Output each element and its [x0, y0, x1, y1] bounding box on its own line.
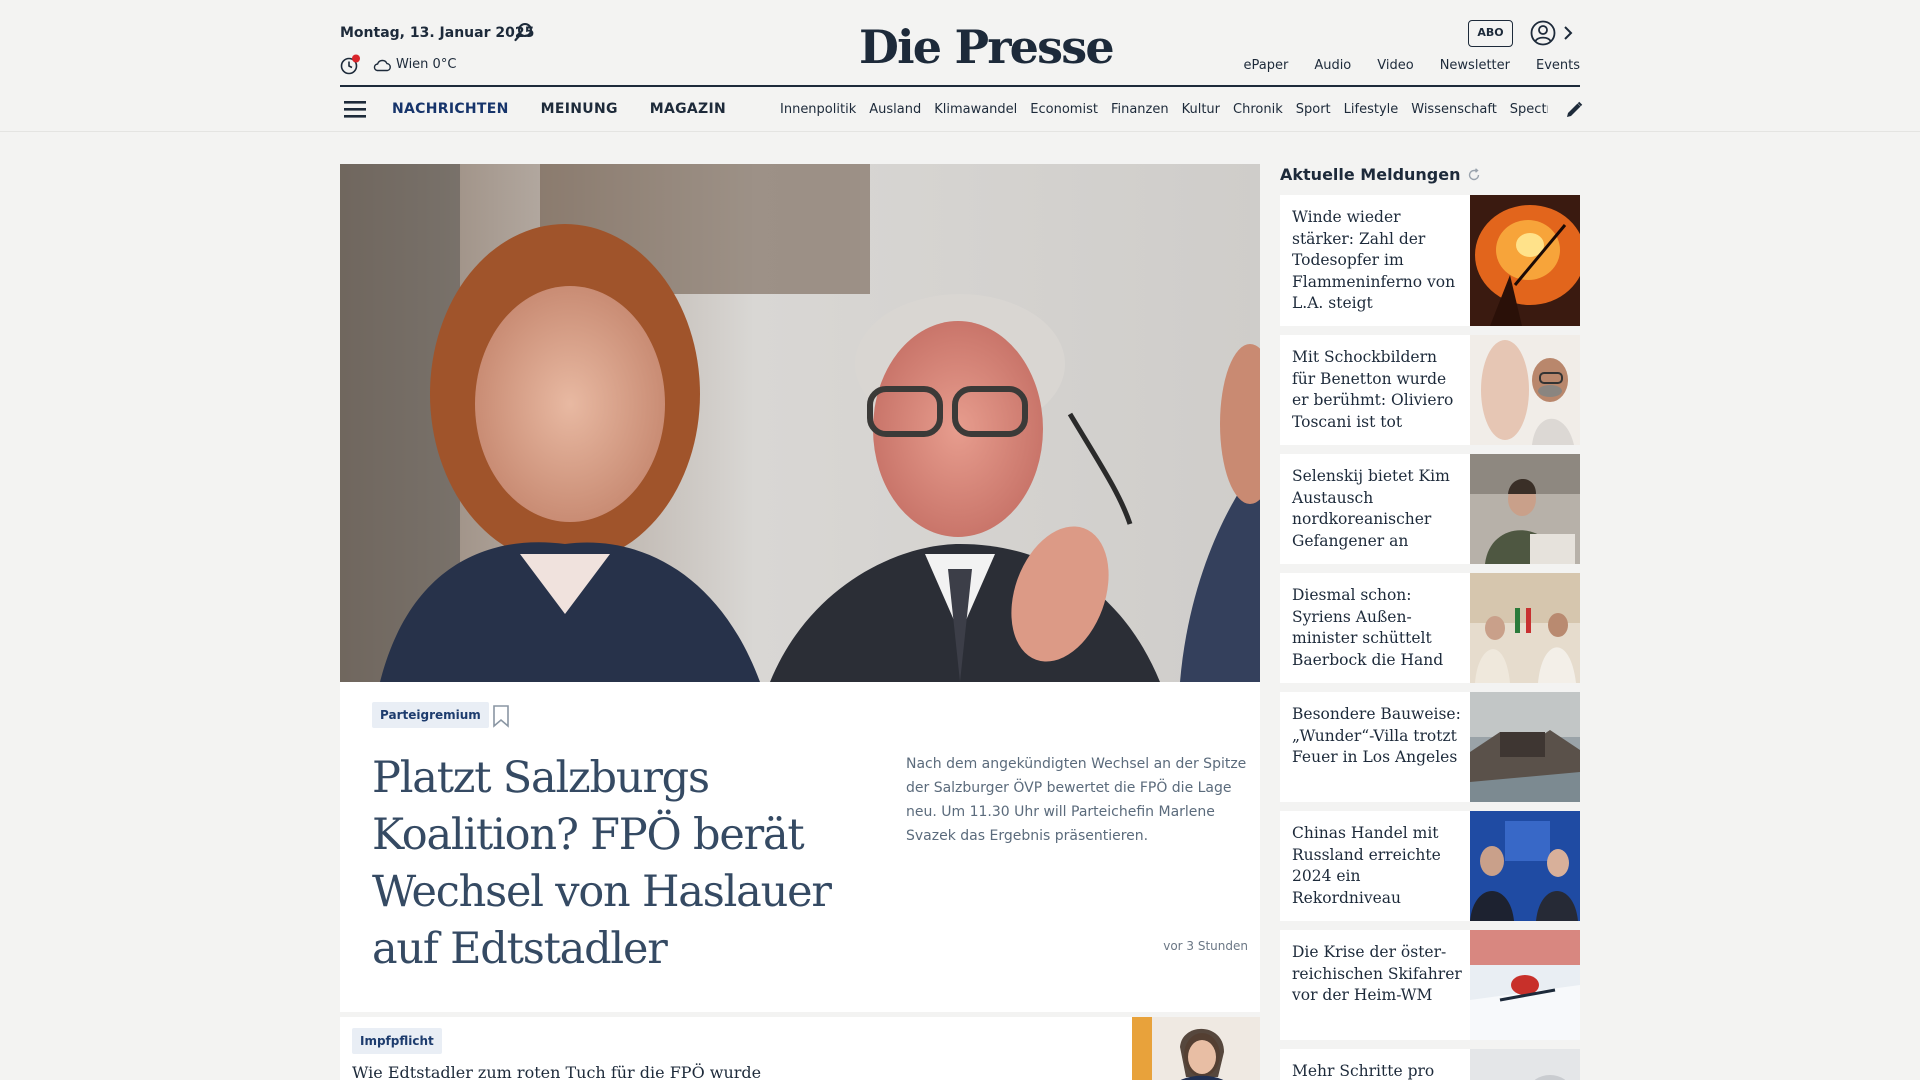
chevron-right-icon[interactable] — [1562, 22, 1574, 44]
subnav-lifestyle[interactable]: Lifestyle — [1344, 102, 1399, 117]
news-item[interactable]: Chinas Handel mit Russland erreichte 202… — [1280, 811, 1580, 921]
link-audio[interactable]: Audio — [1314, 58, 1351, 73]
link-epaper[interactable]: ePaper — [1243, 58, 1288, 73]
subnav-klimawandel[interactable]: Klimawandel — [934, 102, 1017, 117]
abo-button[interactable]: ABO — [1468, 20, 1513, 47]
second-tag[interactable]: Impfpflicht — [352, 1028, 442, 1054]
news-item-title: Mit Schockbildern für Benetton wurde er … — [1292, 348, 1454, 431]
link-events[interactable]: Events — [1536, 58, 1580, 73]
news-item-thumbnail — [1470, 930, 1580, 1040]
weather-widget[interactable]: Wien 0°C — [372, 57, 456, 72]
nav-nachrichten[interactable]: NACHRICHTEN — [392, 101, 509, 117]
site-header: Montag, 13. Januar 2025 Wien 0°C Die Pre… — [0, 0, 1920, 132]
live-news-icon[interactable] — [340, 54, 362, 76]
link-newsletter[interactable]: Newsletter — [1440, 58, 1510, 73]
current-date: Montag, 13. Januar 2025 — [340, 25, 535, 41]
nav-magazin[interactable]: MAGAZIN — [650, 101, 726, 117]
news-item-thumbnail — [1470, 811, 1580, 921]
sidebar-heading[interactable]: Aktuelle Meldungen — [1280, 165, 1481, 184]
second-thumbnail[interactable] — [1132, 1017, 1260, 1080]
news-item[interactable]: Selenskij bietet Kim Austausch nordkorea… — [1280, 454, 1580, 564]
subnav-chronik[interactable]: Chronik — [1233, 102, 1283, 117]
search-icon[interactable] — [513, 21, 535, 43]
bookmark-icon[interactable] — [492, 704, 510, 728]
subnav-innenpolitik[interactable]: Innenpolitik — [780, 102, 856, 117]
hero-timestamp: vor 3 Stunden — [1163, 939, 1248, 953]
hero-article[interactable]: Parteigremium Platzt Salzburgs Koalition… — [340, 164, 1260, 1012]
news-item-title: Selenskij bietet Kim Austausch nordkorea… — [1292, 467, 1450, 550]
pen-icon[interactable] — [1564, 100, 1584, 120]
cloud-icon — [373, 59, 391, 71]
hero-tag[interactable]: Parteigremium — [372, 702, 489, 728]
news-item-title: Mehr Schritte pro Tag — [1292, 1062, 1435, 1080]
news-item-title: Winde wieder stärker: Zahl der Todesopfe… — [1292, 208, 1456, 312]
news-item[interactable]: Besondere Bauweise: „Wunder“-Villa trotz… — [1280, 692, 1580, 802]
news-item[interactable]: Winde wieder stärker: Zahl der Todesopfe… — [1280, 195, 1580, 326]
sub-navigation: Innenpolitik Ausland Klimawandel Economist F… — [780, 102, 1548, 117]
top-links: ePaper Audio Video Newsletter Events — [1243, 58, 1580, 73]
news-item-thumbnail — [1470, 573, 1580, 683]
hero-title[interactable]: Platzt Salzburgs Koalition? FPÖ berät We… — [372, 750, 852, 978]
second-article[interactable]: Impfpflicht Wie Edtstadler zum roten Tuc… — [340, 1017, 1260, 1080]
header-divider — [340, 85, 1580, 87]
subnav-ausland[interactable]: Ausland — [869, 102, 921, 117]
news-item[interactable]: Mit Schockbildern für Benetton wurde er … — [1280, 335, 1580, 445]
news-item-thumbnail — [1470, 1049, 1580, 1080]
hero-lead: Nach dem angekündigten Wechsel an der Sp… — [906, 756, 1247, 844]
news-item[interactable]: Diesmal schon: Syriens Außen-minister sc… — [1280, 573, 1580, 683]
link-video[interactable]: Video — [1377, 58, 1413, 73]
subnav-kultur[interactable]: Kultur — [1182, 102, 1220, 117]
second-title[interactable]: Wie Edtstadler zum roten Tuch für die FP… — [352, 1063, 761, 1080]
subnav-wissenschaft[interactable]: Wissenschaft — [1411, 102, 1497, 117]
news-item[interactable]: Die Krise der öster-reichischen Skifahre… — [1280, 930, 1580, 1040]
nav-meinung[interactable]: MEINUNG — [541, 101, 618, 117]
subnav-economist[interactable]: Economist — [1030, 102, 1098, 117]
site-logo[interactable]: Die Presse — [859, 20, 1115, 74]
news-item-title: Diesmal schon: Syriens Außen-minister sc… — [1292, 586, 1444, 669]
news-item-thumbnail — [1470, 692, 1580, 802]
news-item[interactable]: Mehr Schritte pro Tag — [1280, 1049, 1580, 1080]
news-item-thumbnail — [1470, 335, 1580, 445]
subnav-finanzen[interactable]: Finanzen — [1111, 102, 1169, 117]
weather-text: Wien 0°C — [396, 57, 457, 72]
news-item-thumbnail — [1470, 195, 1580, 326]
news-item-title: Chinas Handel mit Russland erreichte 202… — [1292, 824, 1441, 907]
main-navigation: NACHRICHTEN MEINUNG MAGAZIN — [392, 101, 726, 117]
sidebar-heading-text: Aktuelle Meldungen — [1280, 165, 1461, 184]
subnav-sport[interactable]: Sport — [1296, 102, 1331, 117]
hamburger-menu-icon[interactable] — [344, 99, 366, 119]
subnav-spectrum[interactable]: Spectrum — [1510, 102, 1548, 117]
hero-body: Parteigremium Platzt Salzburgs Koalition… — [340, 682, 1260, 1012]
news-item-title: Die Krise der öster-reichischen Skifahre… — [1292, 943, 1462, 1004]
news-item-title: Besondere Bauweise: „Wunder“-Villa trotz… — [1292, 705, 1461, 766]
user-account-icon[interactable] — [1530, 20, 1556, 46]
news-item-thumbnail — [1470, 454, 1580, 564]
hero-photo[interactable] — [340, 164, 1260, 682]
refresh-icon[interactable] — [1467, 167, 1481, 182]
header-inner: Montag, 13. Januar 2025 Wien 0°C Die Pre… — [340, 0, 1583, 132]
